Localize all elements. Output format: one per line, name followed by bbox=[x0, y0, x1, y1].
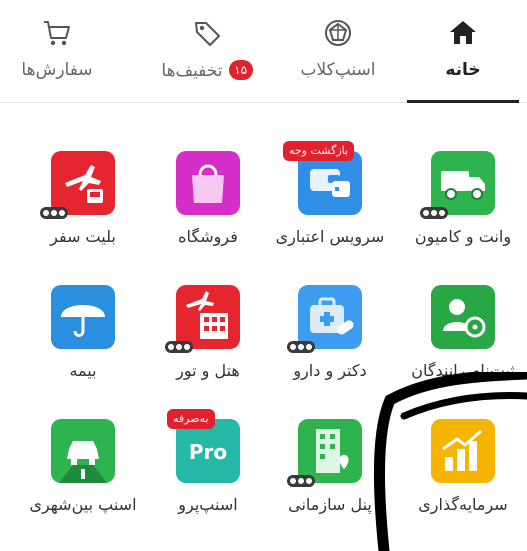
tab-discounts-label: تخفیف‌ها ۱۵ bbox=[148, 60, 266, 81]
cashback-tag: بازگشت وجه bbox=[283, 141, 355, 161]
service-credit[interactable]: بازگشت وجه سرویس اعتباری bbox=[265, 103, 395, 246]
tab-orders[interactable]: سفارش‌ها bbox=[2, 0, 112, 103]
service-investment[interactable]: سرمایه‌گذاری bbox=[398, 371, 527, 514]
tab-orders-label: سفارش‌ها bbox=[21, 60, 93, 80]
tab-snapp-club-label: اسنپ‌کلاب bbox=[300, 60, 376, 80]
more-dots-badge bbox=[287, 341, 315, 353]
building-icon bbox=[298, 419, 362, 483]
tab-snapp-club[interactable]: اسنپ‌کلاب bbox=[283, 0, 393, 103]
service-doctor-pharmacy[interactable]: دکتر و دارو bbox=[265, 237, 395, 380]
service-shop[interactable]: فروشگاه bbox=[143, 103, 273, 246]
home-icon bbox=[450, 21, 476, 44]
service-van-truck[interactable]: وانت و کامیون bbox=[398, 103, 527, 246]
more-dots-badge bbox=[40, 207, 68, 219]
hotel-icon bbox=[176, 285, 240, 349]
chart-icon bbox=[431, 419, 495, 483]
tab-discounts[interactable]: تخفیف‌ها ۱۵ bbox=[148, 0, 266, 103]
economical-tag: به‌صرفه bbox=[167, 409, 215, 429]
cart-icon bbox=[44, 21, 70, 46]
truck-icon bbox=[431, 151, 495, 215]
top-tab-bar: خانه اسنپ‌کلاب تخفیف‌ها ۱۵ سفارش‌ها bbox=[0, 0, 527, 103]
more-dots-badge bbox=[420, 207, 448, 219]
pro-icon-text: Pro bbox=[189, 440, 227, 464]
plane-bus-icon bbox=[51, 151, 115, 215]
tab-discounts-text: تخفیف‌ها bbox=[161, 61, 223, 81]
service-label: سرمایه‌گذاری bbox=[418, 495, 508, 514]
service-corporate-panel[interactable]: پنل سازمانی bbox=[265, 371, 395, 514]
service-hotel-tour[interactable]: هتل و تور bbox=[143, 237, 273, 380]
services-grid: وانت و کامیون بازگشت وجه سرویس اعتباری ف… bbox=[0, 103, 527, 551]
discount-count-badge: ۱۵ bbox=[228, 60, 253, 80]
service-label: اسنپ بین‌شهری bbox=[29, 495, 137, 514]
service-travel-ticket[interactable]: بلیت سفر bbox=[18, 103, 148, 246]
diamond-icon bbox=[325, 20, 351, 46]
service-insurance[interactable]: بیمه bbox=[18, 237, 148, 380]
driver-icon bbox=[431, 285, 495, 349]
tab-home[interactable]: خانه bbox=[408, 0, 518, 103]
service-intercity[interactable]: اسنپ بین‌شهری bbox=[18, 371, 148, 514]
tab-home-label: خانه bbox=[445, 60, 481, 80]
service-driver-signup[interactable]: ثبت‌نام رانندگان bbox=[398, 237, 527, 380]
tag-icon bbox=[195, 22, 220, 46]
medkit-icon bbox=[298, 285, 362, 349]
more-dots-badge bbox=[165, 341, 193, 353]
more-dots-badge bbox=[287, 475, 315, 487]
intercity-car-icon bbox=[51, 419, 115, 483]
service-snapp-pro[interactable]: Pro به‌صرفه اسنپ‌پرو bbox=[143, 371, 273, 514]
shopping-bag-icon bbox=[176, 151, 240, 215]
umbrella-icon bbox=[51, 285, 115, 349]
